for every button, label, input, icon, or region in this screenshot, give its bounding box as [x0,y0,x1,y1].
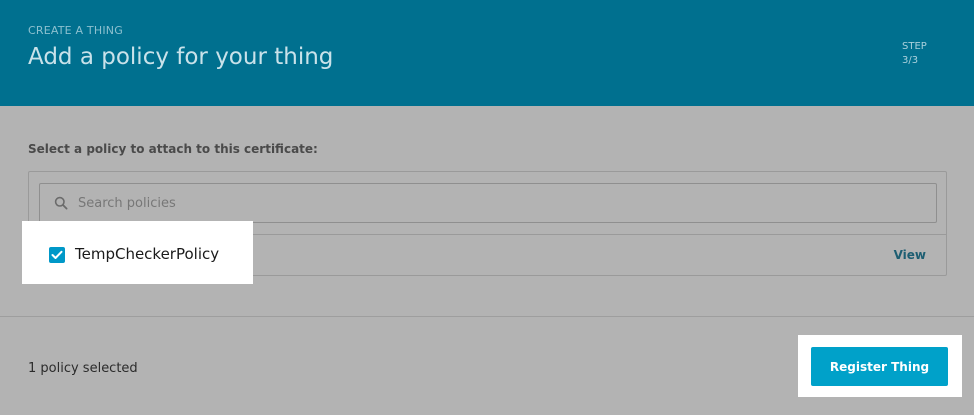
policy-checkbox[interactable] [49,247,65,263]
page-header: CREATE A THING Add a policy for your thi… [0,0,974,106]
policy-name: TempCheckerPolicy [75,245,220,263]
search-icon [54,196,68,210]
breadcrumb: CREATE A THING [28,24,123,37]
step-indicator: STEP 3/3 [902,40,927,68]
policy-section: Select a policy to attach to this certif… [0,106,974,316]
policy-item-highlight: TempCheckerPolicy [22,221,253,284]
register-thing-button[interactable]: Register Thing [811,347,948,386]
search-box[interactable] [39,183,937,223]
policy-instruction: Select a policy to attach to this certif… [28,142,318,156]
page-title: Add a policy for your thing [28,44,334,70]
view-policy-link[interactable]: View [894,248,926,262]
step-label: STEP [902,41,927,52]
search-input[interactable] [76,184,926,222]
checkmark-icon [51,250,63,259]
step-value: 3/3 [902,55,919,66]
selected-count: 1 policy selected [28,361,138,376]
register-button-highlight: Register Thing [798,335,962,397]
